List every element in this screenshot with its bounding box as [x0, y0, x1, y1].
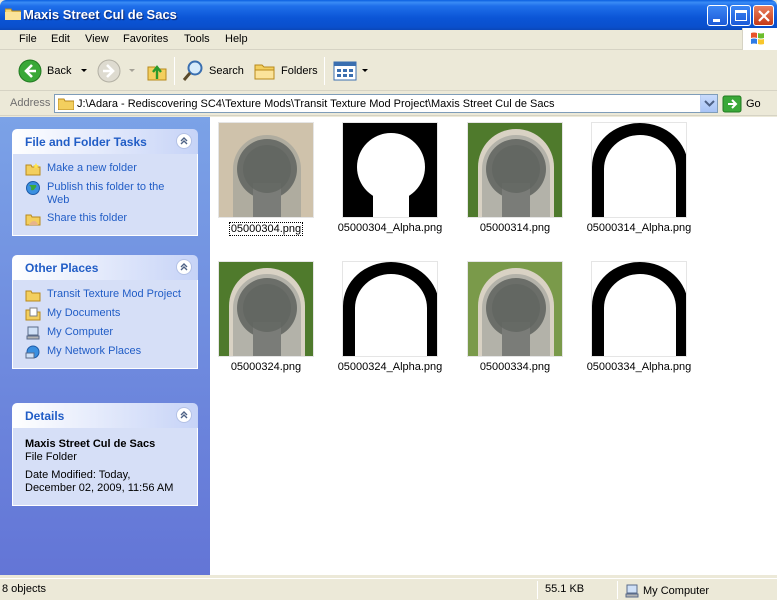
file-item[interactable]: 05000324.png	[210, 261, 322, 373]
file-thumbnail	[467, 261, 563, 357]
file-list-view[interactable]: 05000304.png 05000304_Alpha.png 05000314.p…	[210, 117, 777, 575]
back-arrow-icon	[18, 59, 42, 83]
file-name: 05000324_Alpha.png	[337, 361, 443, 373]
status-bar: 8 objects 55.1 KB My Computer	[0, 578, 777, 600]
task-make-new-folder[interactable]: Make a new folder	[25, 162, 187, 176]
file-item[interactable]: 05000304_Alpha.png	[334, 122, 446, 234]
file-name: 05000324.png	[230, 361, 302, 373]
back-button[interactable]: Back	[18, 57, 89, 85]
share-folder-icon	[25, 214, 41, 226]
details-panel: Details Maxis Street Cul de Sacs File Fo…	[12, 403, 198, 506]
panel-header[interactable]: File and Folder Tasks	[12, 129, 198, 154]
file-item[interactable]: 05000334.png	[459, 261, 571, 373]
folders-icon	[254, 64, 275, 80]
go-arrow-icon	[722, 95, 742, 113]
file-name: 05000334.png	[479, 361, 551, 373]
task-pane: File and Folder Tasks Make a new folder …	[0, 117, 210, 575]
up-folder-icon	[147, 65, 167, 81]
file-item[interactable]: 05000334_Alpha.png	[583, 261, 695, 373]
file-thumbnail	[342, 261, 438, 357]
chevron-down-icon	[704, 100, 715, 107]
address-dropdown-button[interactable]	[700, 95, 717, 112]
close-button[interactable]	[753, 5, 774, 26]
file-item[interactable]: 05000304.png	[210, 122, 322, 236]
menu-tools[interactable]: Tools	[184, 33, 210, 45]
file-item[interactable]: 05000314.png	[459, 122, 571, 234]
up-folder-button[interactable]	[145, 57, 169, 85]
window-title: Maxis Street Cul de Sacs	[23, 7, 177, 22]
my-computer-icon	[625, 584, 639, 598]
details-type: File Folder	[25, 451, 77, 463]
folder-icon	[25, 290, 41, 302]
new-folder-icon	[25, 163, 41, 176]
menu-file[interactable]: File	[19, 33, 37, 45]
menu-bar: File Edit View Favorites Tools Help	[0, 30, 777, 50]
file-thumbnail	[342, 122, 438, 218]
file-thumbnail	[218, 261, 314, 357]
views-button[interactable]	[332, 57, 370, 85]
chevron-down-icon[interactable]	[79, 67, 89, 75]
place-my-network-places[interactable]: My Network Places	[25, 345, 187, 359]
file-thumbnail	[591, 122, 687, 218]
collapse-chevron-icon[interactable]	[176, 407, 192, 423]
collapse-chevron-icon[interactable]	[176, 133, 192, 149]
forward-button[interactable]	[97, 57, 137, 85]
folders-button[interactable]: Folders	[253, 57, 318, 85]
folder-icon	[58, 98, 74, 110]
place-transit-texture-mod-project[interactable]: Transit Texture Mod Project	[25, 288, 187, 302]
minimize-button[interactable]	[707, 5, 728, 26]
place-my-computer[interactable]: My Computer	[25, 326, 187, 340]
panel-header[interactable]: Other Places	[12, 255, 198, 280]
search-icon	[182, 60, 203, 81]
collapse-chevron-icon[interactable]	[176, 259, 192, 275]
details-modified-date: December 02, 2009, 11:56 AM	[25, 482, 174, 494]
maximize-button[interactable]	[730, 5, 751, 26]
search-button[interactable]: Search	[181, 57, 244, 85]
status-location: My Computer	[624, 583, 709, 599]
file-thumbnail	[591, 261, 687, 357]
globe-icon	[26, 181, 40, 195]
network-places-icon	[25, 345, 40, 359]
details-name: Maxis Street Cul de Sacs	[25, 438, 156, 450]
address-bar: Address J:\Adara - Rediscovering SC4\Tex…	[0, 92, 777, 116]
windows-logo-icon	[742, 28, 777, 50]
folder-icon	[4, 7, 22, 21]
task-publish-to-web[interactable]: Publish this folder to the Web	[25, 181, 187, 207]
address-input[interactable]: J:\Adara - Rediscovering SC4\Texture Mod…	[54, 94, 718, 113]
status-size: 55.1 KB	[545, 583, 585, 595]
details-modified-label: Date Modified: Today,	[25, 469, 131, 481]
file-name: 05000334_Alpha.png	[586, 361, 692, 373]
task-share-folder[interactable]: Share this folder	[25, 212, 187, 226]
file-folder-tasks-panel: File and Folder Tasks Make a new folder …	[12, 129, 198, 236]
file-name: 05000304.png	[228, 222, 304, 236]
my-computer-icon	[26, 326, 40, 340]
menu-help[interactable]: Help	[225, 33, 248, 45]
file-item[interactable]: 05000324_Alpha.png	[334, 261, 446, 373]
menu-favorites[interactable]: Favorites	[123, 33, 168, 45]
file-name: 05000314.png	[479, 222, 551, 234]
my-documents-icon	[25, 307, 41, 321]
address-path: J:\Adara - Rediscovering SC4\Texture Mod…	[77, 98, 555, 110]
place-my-documents[interactable]: My Documents	[25, 307, 187, 321]
chevron-down-icon[interactable]	[127, 67, 137, 75]
go-button[interactable]: Go	[722, 95, 761, 113]
other-places-panel: Other Places Transit Texture Mod Project…	[12, 255, 198, 369]
status-object-count: 8 objects	[2, 583, 47, 595]
file-name: 05000314_Alpha.png	[586, 222, 692, 234]
menu-view[interactable]: View	[85, 33, 109, 45]
chevron-down-icon[interactable]	[360, 67, 370, 75]
forward-arrow-icon	[97, 59, 121, 83]
address-label: Address	[10, 97, 51, 109]
title-bar[interactable]: Maxis Street Cul de Sacs	[0, 0, 777, 30]
menu-edit[interactable]: Edit	[51, 33, 70, 45]
standard-toolbar: Back Search Folders	[0, 51, 777, 91]
file-item[interactable]: 05000314_Alpha.png	[583, 122, 695, 234]
file-thumbnail	[467, 122, 563, 218]
views-icon	[333, 61, 357, 81]
file-thumbnail	[218, 122, 314, 218]
file-name: 05000304_Alpha.png	[337, 222, 443, 234]
panel-header[interactable]: Details	[12, 403, 198, 428]
